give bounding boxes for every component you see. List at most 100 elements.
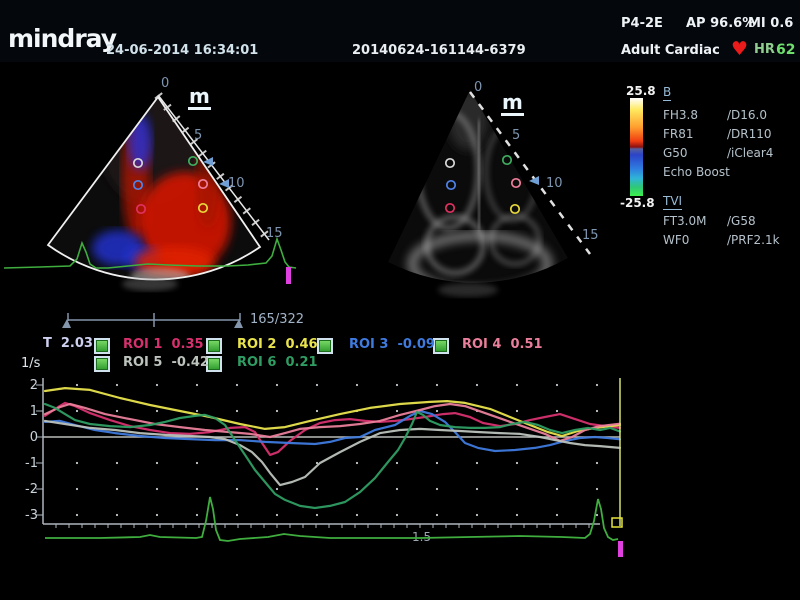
roi-value: 0.46 (285, 337, 317, 352)
roi-2-readout: ROI 2 0.46 (237, 337, 318, 352)
roi-3-checkbox[interactable] (317, 338, 333, 354)
cursor-foot (612, 518, 622, 527)
roi-markers-right (446, 156, 520, 213)
scrubber-position-handle[interactable] (234, 319, 243, 328)
roi-marker-roi-1[interactable] (137, 205, 145, 213)
param-value: /DR110 (727, 127, 772, 141)
roi-label: ROI 4 (462, 337, 501, 352)
trace-roi-6 (45, 404, 620, 508)
roi-1-readout: ROI 1 0.35 (123, 337, 204, 352)
orientation-marker-icon: m (188, 86, 211, 110)
tvi-colorbar (630, 98, 643, 196)
roi-2-checkbox[interactable] (206, 338, 222, 354)
depth-label: 0 (474, 80, 482, 95)
ultrasound-screen: 210-1-2-31.5 mindray 24-06-2014 16:34:01… (0, 0, 800, 600)
roi-6-readout: ROI 6 0.21 (237, 355, 318, 370)
scrubber-start-handle[interactable] (62, 319, 71, 328)
roi-marker-roi-5[interactable] (134, 159, 142, 167)
roi-marker-roi-1[interactable] (446, 204, 454, 212)
param-value: WF0 (663, 233, 689, 247)
trace-roi-5 (45, 421, 620, 485)
thumbnail-ecg (4, 239, 296, 268)
x-tick-label: 1.5 (412, 530, 431, 544)
roi-marker-roi-2[interactable] (511, 205, 519, 213)
roi-label: ROI 2 (237, 337, 276, 352)
time-value: 2.03 (61, 336, 93, 351)
roi-marker-roi-3[interactable] (447, 181, 455, 189)
roi-markers-left (134, 157, 207, 213)
depth-label: 15 (266, 226, 283, 241)
exam-preset: Adult Cardiac (621, 43, 720, 58)
param-value: /D16.0 (727, 108, 767, 122)
heart-icon: ♥ (731, 40, 748, 59)
y-tick-label: -2 (25, 482, 38, 497)
y-axis-unit: 1/s (21, 356, 40, 371)
orientation-marker-icon: m (501, 92, 524, 116)
param-value: FT3.0M (663, 214, 706, 228)
ecg-trigger-marker (618, 541, 623, 557)
hr-value: 62 (776, 42, 795, 58)
right-ultrasound-sector (388, 90, 590, 297)
roi-marker-roi-3[interactable] (134, 181, 142, 189)
thumbnail-ecg-trace (4, 239, 296, 268)
roi-value: -0.42 (171, 355, 208, 370)
param-value: Echo Boost (663, 165, 730, 179)
roi-3-readout: ROI 3 -0.09 (349, 337, 435, 352)
roi-value: 0.35 (171, 337, 203, 352)
frame-scrubber[interactable] (62, 313, 243, 328)
mechanical-index: MI 0.6 (748, 16, 793, 31)
param-value: FH3.8 (663, 108, 698, 122)
roi-label: ROI 3 (349, 337, 388, 352)
focus-arrow-icon (203, 157, 213, 166)
roi-marker-roi-2[interactable] (199, 204, 207, 212)
tvi-mode-heading: TVI (663, 194, 682, 210)
roi-marker-roi-5[interactable] (446, 159, 454, 167)
roi-4-readout: ROI 4 0.51 (462, 337, 543, 352)
y-tick-label: 1 (30, 404, 38, 419)
depth-label: 10 (228, 176, 245, 191)
param-value: /PRF2.1k (727, 233, 780, 247)
depth-ruler-ticks (158, 95, 269, 240)
y-tick-label: -1 (25, 456, 38, 471)
depth-label: 15 (582, 228, 599, 243)
velocity-graph: 2 1 0 -1 -2 -3 1.5 (25, 378, 622, 544)
y-tick-label: 2 (30, 378, 38, 393)
y-tick-label: -3 (25, 508, 38, 523)
time-label: T (43, 336, 52, 351)
depth-label: 0 (161, 76, 169, 91)
probe-name: P4-2E (621, 16, 663, 31)
param-value: /G58 (727, 214, 756, 228)
left-ultrasound-sector (48, 95, 269, 291)
roi-marker-roi-4[interactable] (512, 179, 520, 187)
roi-marker-roi-6[interactable] (503, 156, 511, 164)
roi-value: -0.09 (397, 337, 434, 352)
roi-marker-roi-6[interactable] (189, 157, 197, 165)
datetime: 24-06-2014 16:34:01 (106, 43, 258, 58)
depth-ruler-dashed (470, 92, 590, 254)
trace-roi-1 (45, 403, 620, 455)
mindray-logo: mindray (8, 24, 116, 53)
colorbar-min: -25.8 (620, 196, 655, 210)
depth-label: 5 (194, 128, 202, 143)
b-mode-heading: B (663, 85, 671, 101)
acoustic-power: AP 96.6% (686, 16, 755, 31)
roi-5-checkbox[interactable] (94, 356, 110, 372)
hr-label: HR (754, 42, 775, 57)
time-readout: T 2.03 (43, 336, 93, 351)
roi-label: ROI 6 (237, 355, 276, 370)
trace-roi-3 (45, 411, 620, 451)
depth-label: 10 (546, 176, 563, 191)
param-value: /iClear4 (727, 146, 773, 160)
frame-counter: 165/322 (250, 312, 304, 327)
roi-marker-roi-4[interactable] (199, 180, 207, 188)
graphics-layer: 210-1-2-31.5 (0, 0, 800, 600)
depth-label: 5 (512, 128, 520, 143)
roi-4-checkbox[interactable] (433, 338, 449, 354)
depth-ruler-line (158, 95, 269, 240)
trace-roi-4 (45, 404, 620, 441)
monitor-ecg-trace (45, 497, 618, 541)
y-tick-label: 0 (30, 430, 38, 445)
focus-arrow-icon (529, 176, 539, 185)
param-value: FR81 (663, 127, 694, 141)
roi-1-checkbox[interactable] (94, 338, 110, 354)
